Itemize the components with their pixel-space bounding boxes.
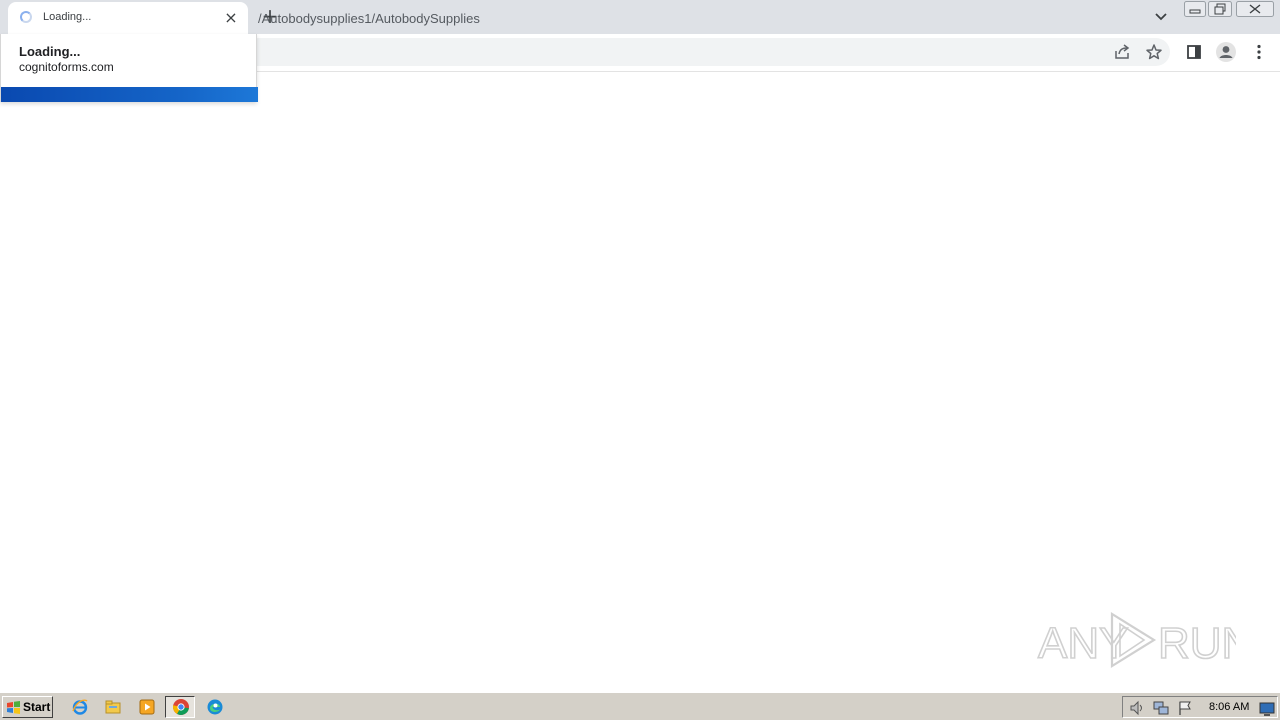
anyrun-watermark-logo: ANY RUN: [1037, 612, 1236, 669]
window-close-button[interactable]: [1236, 1, 1274, 17]
loading-spinner-icon: [20, 11, 32, 23]
network-icon[interactable]: [1153, 700, 1169, 716]
media-player-icon[interactable]: [138, 698, 156, 716]
minimize-icon: [1184, 1, 1206, 17]
explorer-icon[interactable]: [104, 698, 122, 716]
tab-hover-card: Loading... cognitoforms.com: [0, 34, 258, 102]
action-center-flag-icon[interactable]: [1177, 700, 1193, 716]
menu-icon[interactable]: [1250, 43, 1268, 61]
window-minimize-button[interactable]: [1184, 1, 1206, 17]
side-panel-icon[interactable]: [1185, 43, 1203, 61]
tab-close-button[interactable]: ×: [222, 9, 240, 27]
hover-card-domain: cognitoforms.com: [19, 60, 114, 74]
taskbar-clock[interactable]: 8:06 AM: [1209, 701, 1249, 713]
browser-tab[interactable]: Loading... ×: [8, 2, 248, 34]
show-desktop-icon[interactable]: [1259, 701, 1275, 717]
tab-search-chevron-icon[interactable]: [1152, 8, 1170, 26]
share-icon[interactable]: [1113, 43, 1131, 61]
start-button[interactable]: Start: [2, 696, 53, 718]
restore-icon: [1208, 1, 1232, 17]
start-label: Start: [23, 700, 51, 714]
close-icon: [1236, 1, 1274, 17]
chrome-taskbar-button[interactable]: [165, 696, 195, 718]
edge-icon[interactable]: [206, 698, 224, 716]
windows-taskbar: Start 8:06 AM: [0, 692, 1280, 720]
tab-title: Loading...: [43, 11, 92, 23]
window-restore-button[interactable]: [1208, 1, 1232, 17]
windows-flag-icon: [7, 701, 20, 714]
address-bar[interactable]: [240, 38, 1170, 66]
watermark-text-any: ANY: [1038, 619, 1128, 668]
profile-icon[interactable]: [1215, 41, 1237, 63]
hover-card-preview: [1, 87, 258, 102]
hover-card-title: Loading...: [19, 44, 81, 59]
chrome-icon: [173, 699, 189, 715]
tab-strip: Loading... × +: [0, 0, 1280, 34]
bookmark-star-icon[interactable]: [1145, 43, 1163, 61]
volume-icon[interactable]: [1129, 700, 1145, 716]
system-tray: 8:06 AM: [1122, 696, 1278, 718]
address-bar-url[interactable]: /Autobodysupplies1/AutobodySupplies: [258, 11, 480, 26]
watermark-text-run: RUN: [1158, 619, 1236, 668]
ie-icon[interactable]: [71, 698, 89, 716]
